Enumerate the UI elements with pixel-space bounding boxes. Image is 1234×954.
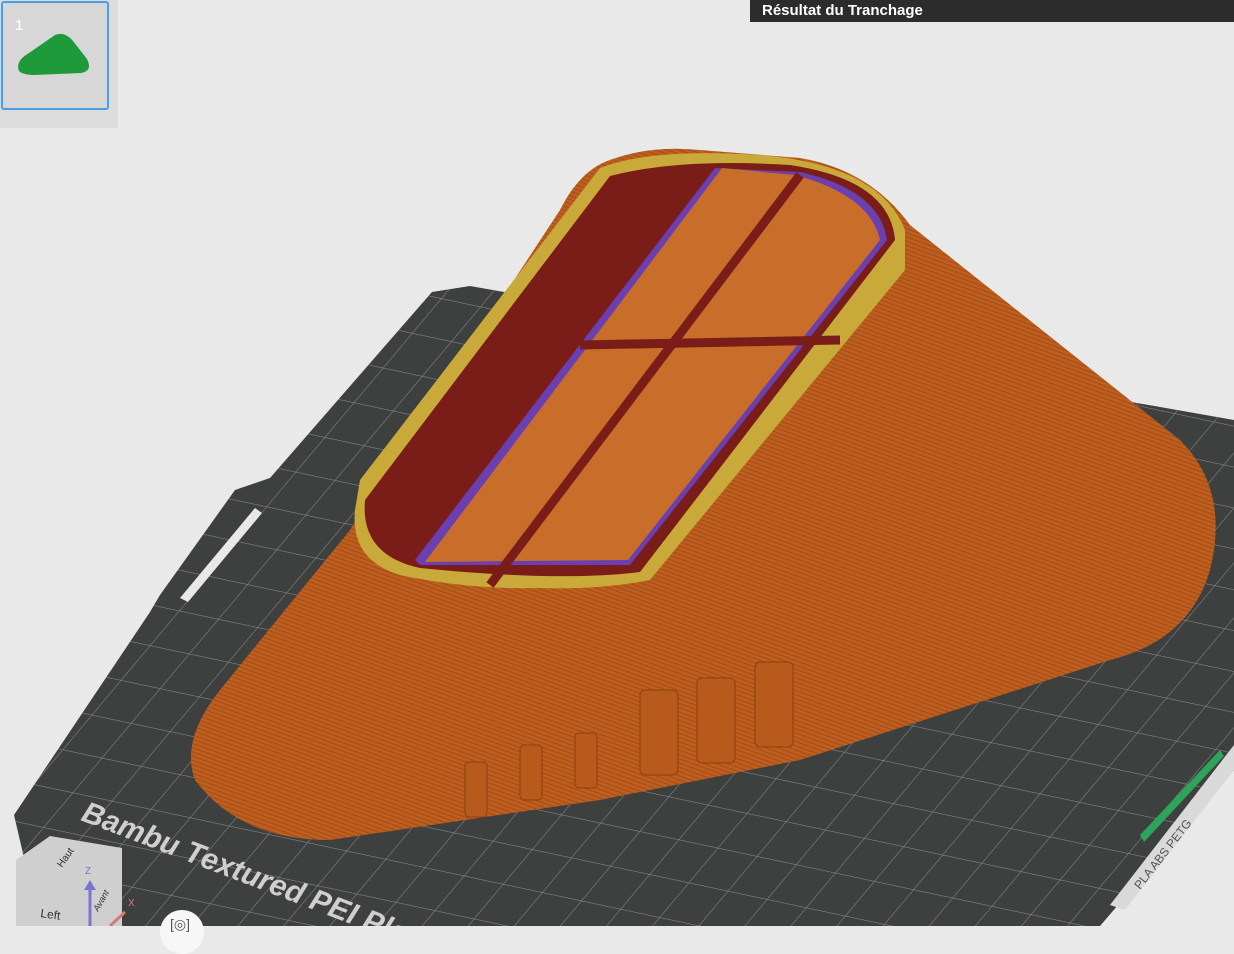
- x-axis-label: X: [128, 898, 135, 909]
- model-thumbnail-icon: [18, 33, 89, 75]
- z-axis-label: Z: [85, 866, 91, 877]
- 3d-viewport[interactable]: Bambu Textured PEI Plate PLA ABS PETG Ha…: [0, 0, 1234, 926]
- camera-fit-button[interactable]: [◎]: [160, 910, 204, 954]
- view-cube[interactable]: Haut Left Avant Z X: [16, 836, 135, 926]
- plate-thumbnail-1[interactable]: 1: [1, 1, 109, 110]
- plate-thumbnail-panel: 1: [0, 0, 118, 128]
- slice-result-header[interactable]: Résultat du Tranchage: [750, 0, 1234, 22]
- camera-fit-icon: [◎]: [170, 916, 190, 932]
- view-cube-left[interactable]: Left: [40, 906, 62, 923]
